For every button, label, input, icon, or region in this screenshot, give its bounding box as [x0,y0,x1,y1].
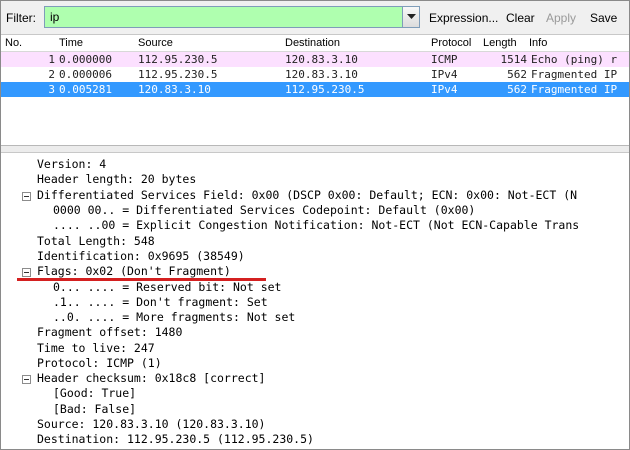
packet-time: 0.000006 [59,68,112,81]
detail-line[interactable]: 0000 00.. = Differentiated Services Code… [53,203,475,218]
column-header-protocol[interactable]: Protocol [431,37,471,49]
detail-line-dsfield[interactable]: Differentiated Services Field: 0x00 (DSC… [37,188,577,203]
detail-line[interactable]: 0... .... = Reserved bit: Not set [53,280,281,295]
chevron-down-icon [406,14,416,19]
filter-label: Filter: [6,11,36,25]
packet-info: Fragmented IP [531,83,618,96]
column-header-source[interactable]: Source [138,37,173,49]
detail-line-flags[interactable]: Flags: 0x02 (Don't Fragment) [37,264,231,279]
detail-line[interactable]: ..0. .... = More fragments: Not set [53,310,295,325]
packet-row[interactable]: 1 0.000000 112.95.230.5 120.83.3.10 ICMP… [1,52,629,67]
collapse-toggle-icon[interactable] [22,192,31,201]
packet-info: Echo (ping) r [531,53,618,66]
packet-source: 112.95.230.5 [138,68,218,81]
packet-row[interactable]: 2 0.000006 112.95.230.5 120.83.3.10 IPv4… [1,67,629,82]
wireshark-window: Filter: Expression... Clear Apply Save N… [0,0,630,450]
apply-button[interactable]: Apply [546,11,576,25]
annotation-underline [17,278,266,281]
packet-time: 0.005281 [59,83,112,96]
column-header-length[interactable]: Length [483,37,517,49]
packet-destination: 112.95.230.5 [285,83,365,96]
detail-line[interactable]: Protocol: ICMP (1) [37,356,162,371]
detail-line[interactable]: .... ..00 = Explicit Congestion Notifica… [53,218,579,233]
detail-line[interactable]: Time to live: 247 [37,341,155,356]
packet-protocol: IPv4 [431,68,458,81]
packet-row-selected[interactable]: 3 0.005281 120.83.3.10 112.95.230.5 IPv4… [1,82,629,97]
detail-line[interactable]: Fragment offset: 1480 [37,325,182,340]
expression-button[interactable]: Expression... [429,11,498,25]
detail-line[interactable]: Total Length: 548 [37,234,155,249]
pane-splitter[interactable] [1,146,629,153]
detail-line[interactable]: [Good: True] [53,386,136,401]
filter-toolbar: Filter: Expression... Clear Apply Save [1,1,629,35]
packet-source: 112.95.230.5 [138,53,218,66]
packet-no: 2 [48,68,55,81]
column-header-time[interactable]: Time [59,37,83,49]
packet-protocol: IPv4 [431,83,458,96]
detail-line[interactable]: Header length: 20 bytes [37,172,196,187]
packet-length: 562 [507,83,527,96]
column-header-destination[interactable]: Destination [285,37,340,49]
collapse-toggle-icon[interactable] [22,375,31,384]
detail-line[interactable]: .1.. .... = Don't fragment: Set [53,295,268,310]
packet-list[interactable]: No. Time Source Destination Protocol Len… [1,35,629,146]
save-button[interactable]: Save [590,11,617,25]
clear-button[interactable]: Clear [506,11,535,25]
packet-no: 1 [48,53,55,66]
packet-protocol: ICMP [431,53,458,66]
packet-destination: 120.83.3.10 [285,53,358,66]
filter-input[interactable] [44,6,403,28]
packet-length: 562 [507,68,527,81]
packet-time: 0.000000 [59,53,112,66]
detail-line-checksum[interactable]: Header checksum: 0x18c8 [correct] [37,371,265,386]
filter-history-dropdown[interactable] [403,6,420,28]
packet-list-header: No. Time Source Destination Protocol Len… [1,35,629,52]
packet-destination: 120.83.3.10 [285,68,358,81]
collapse-toggle-icon[interactable] [22,268,31,277]
packet-no: 3 [48,83,55,96]
detail-line[interactable]: [Bad: False] [53,402,136,417]
column-header-info[interactable]: Info [529,37,547,49]
packet-details-tree[interactable]: Version: 4 Header length: 20 bytes Diffe… [1,153,629,449]
detail-line[interactable]: Version: 4 [37,157,106,172]
column-header-no[interactable]: No. [5,37,22,49]
packet-info: Fragmented IP [531,68,618,81]
packet-source: 120.83.3.10 [138,83,211,96]
detail-line[interactable]: Identification: 0x9695 (38549) [37,249,245,264]
detail-line[interactable]: Destination: 112.95.230.5 (112.95.230.5) [37,432,314,447]
detail-line[interactable]: Source: 120.83.3.10 (120.83.3.10) [37,417,265,432]
packet-length: 1514 [500,53,528,66]
